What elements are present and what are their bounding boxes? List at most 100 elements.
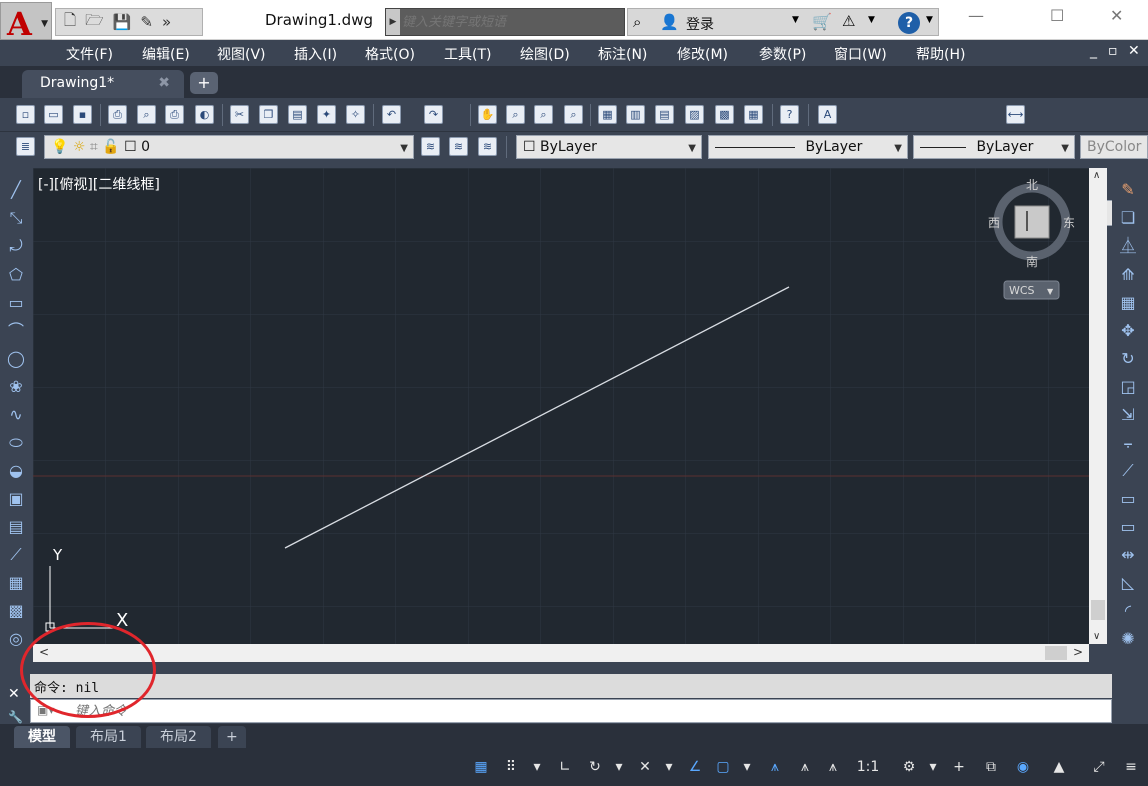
hatch-icon[interactable]: ▦	[6, 573, 26, 593]
stretch-icon[interactable]: ⇲	[1118, 405, 1138, 425]
ellipse-icon[interactable]: ⬭	[6, 433, 26, 453]
chevron-down-icon[interactable]: ▼	[868, 15, 875, 25]
units-icon[interactable]: ⧉	[980, 756, 1002, 778]
menu-modify[interactable]: 修改(M)	[677, 44, 728, 64]
search-input[interactable]	[402, 11, 622, 33]
join-icon[interactable]: ⇹	[1118, 545, 1138, 565]
save-icon[interactable]: 💾	[113, 13, 132, 31]
chamfer-icon[interactable]: ◺	[1118, 573, 1138, 593]
3d-print-icon[interactable]: ◐	[195, 105, 214, 124]
save-icon[interactable]: ▪	[73, 105, 92, 124]
scroll-thumb[interactable]	[1091, 600, 1105, 620]
chevron-down-icon[interactable]: ▾	[526, 756, 548, 778]
annotation-monitor-icon[interactable]: +	[948, 756, 970, 778]
make-current-icon[interactable]: ≋	[421, 137, 440, 156]
snap-icon[interactable]: ⠿	[500, 756, 522, 778]
menu-format[interactable]: 格式(O)	[365, 44, 415, 64]
extend-icon[interactable]: ⟋	[1118, 461, 1138, 481]
command-input[interactable]	[75, 702, 1075, 720]
polar-icon[interactable]: ↻	[584, 756, 606, 778]
layer-properties-icon[interactable]: ≣	[16, 137, 35, 156]
horizontal-scrollbar[interactable]: < >	[33, 644, 1089, 662]
tab-drawing1[interactable]: Drawing1* ✖	[22, 70, 184, 98]
object-snap-tracking-icon[interactable]: ∠	[684, 756, 706, 778]
mirror-icon[interactable]: ⏅	[1118, 236, 1138, 256]
maximize-button[interactable]: ☐	[1050, 6, 1064, 25]
construction-line-icon[interactable]: ⤡	[6, 208, 26, 228]
open-icon[interactable]: ▭	[44, 105, 63, 124]
line-icon[interactable]: ╱	[6, 180, 26, 200]
exchange-icon[interactable]: ⚠	[842, 12, 855, 30]
annotation-scale-icon[interactable]: ⩚	[822, 756, 844, 778]
redo-icon[interactable]: ↷	[424, 105, 443, 124]
new-icon[interactable]: ▫	[16, 105, 35, 124]
isolate-objects-icon[interactable]: ◉	[1012, 756, 1034, 778]
more-icon[interactable]: »	[162, 13, 171, 31]
drawing-canvas[interactable]: Y X 北 南 东 西 WCS ▼ [-][俯视][二维线框]	[33, 168, 1089, 644]
layer-select[interactable]: 💡 ☼ ⌗ 🔓 ☐ 0 ▼	[44, 135, 414, 159]
menu-help[interactable]: 帮助(H)	[916, 44, 965, 64]
text-style-icon[interactable]: A	[818, 105, 837, 124]
menu-edit[interactable]: 编辑(E)	[142, 44, 190, 64]
polygon-icon[interactable]: ⬠	[6, 265, 26, 285]
annotation-scale-value[interactable]: 1:1	[852, 756, 884, 778]
chevron-down-icon[interactable]: ▾	[608, 756, 630, 778]
publish-icon[interactable]: ⎙	[165, 105, 184, 124]
break-at-point-icon[interactable]: ▭	[1118, 489, 1138, 509]
break-icon[interactable]: ▭	[1118, 517, 1138, 537]
move-icon[interactable]: ✥	[1118, 321, 1138, 341]
chevron-down-icon[interactable]: ▼	[792, 15, 799, 25]
rectangle-icon[interactable]: ▭	[6, 293, 26, 313]
workspace-gear-icon[interactable]: ⚙	[898, 756, 920, 778]
scroll-left-icon[interactable]: <	[39, 645, 49, 659]
binoculars-icon[interactable]: ⌕	[633, 13, 641, 31]
properties-icon[interactable]: ▦	[598, 105, 617, 124]
chevron-down-icon[interactable]: ▼	[926, 15, 933, 25]
calculator-icon[interactable]: ▦	[744, 105, 763, 124]
close-icon[interactable]: ✕	[8, 686, 20, 702]
copy-object-icon[interactable]: ❏	[1118, 208, 1138, 228]
new-tab-button[interactable]: +	[190, 72, 218, 94]
paste-icon[interactable]: ▤	[288, 105, 307, 124]
help-icon[interactable]: ?	[898, 12, 920, 34]
customization-menu-icon[interactable]: ≡	[1120, 756, 1142, 778]
object-snap-icon[interactable]: ▢	[712, 756, 734, 778]
graphics-performance-icon[interactable]: ▲	[1048, 756, 1070, 778]
fillet-icon[interactable]: ◜	[1118, 601, 1138, 621]
block-editor-icon[interactable]: ✧	[346, 105, 365, 124]
make-block-icon[interactable]: ▤	[6, 517, 26, 537]
pan-icon[interactable]: ✋	[478, 105, 497, 124]
menu-tools[interactable]: 工具(T)	[444, 44, 491, 64]
zoom-window-icon[interactable]: ⌕	[534, 105, 553, 124]
tab-layout2[interactable]: 布局2	[146, 726, 211, 748]
zoom-previous-icon[interactable]: ⌕	[564, 105, 583, 124]
login-button[interactable]: 登录	[686, 14, 714, 34]
menu-view[interactable]: 视图(V)	[217, 44, 266, 64]
spline-icon[interactable]: ∿	[6, 405, 26, 425]
viewcube-face[interactable]	[1014, 205, 1050, 239]
layer-previous-icon[interactable]: ≋	[449, 137, 468, 156]
doc-minimize-button[interactable]: _	[1090, 43, 1097, 59]
menu-file[interactable]: 文件(F)	[66, 44, 113, 64]
menu-dimension[interactable]: 标注(N)	[598, 44, 647, 64]
gradient-icon[interactable]: ▩	[6, 601, 26, 621]
scroll-up-icon[interactable]: ∧	[1093, 170, 1100, 181]
viewport-controls-label[interactable]: [-][俯视][二维线框]	[38, 174, 160, 194]
save-as-icon[interactable]: ✎	[140, 13, 153, 31]
doc-close-button[interactable]: ✕	[1128, 43, 1140, 59]
sheet-set-icon[interactable]: ▨	[685, 105, 704, 124]
tool-palettes-icon[interactable]: ▤	[655, 105, 674, 124]
close-button[interactable]: ✕	[1110, 6, 1123, 25]
offset-icon[interactable]: ⟰	[1118, 265, 1138, 285]
plotstyle-select[interactable]: ByColor	[1080, 135, 1148, 159]
ortho-icon[interactable]: ∟	[554, 756, 576, 778]
array-icon[interactable]: ▦	[1118, 293, 1138, 313]
linetype-select[interactable]: ByLayer ▼	[708, 135, 908, 159]
arc-icon[interactable]: ⌒	[6, 321, 26, 341]
tab-layout1[interactable]: 布局1	[76, 726, 141, 748]
design-center-icon[interactable]: ▥	[626, 105, 645, 124]
dim-style-icon[interactable]: ⟷	[1006, 105, 1025, 124]
menu-insert[interactable]: 插入(I)	[294, 44, 337, 64]
scroll-thumb[interactable]	[1045, 646, 1067, 660]
match-properties-icon[interactable]: ✦	[317, 105, 336, 124]
